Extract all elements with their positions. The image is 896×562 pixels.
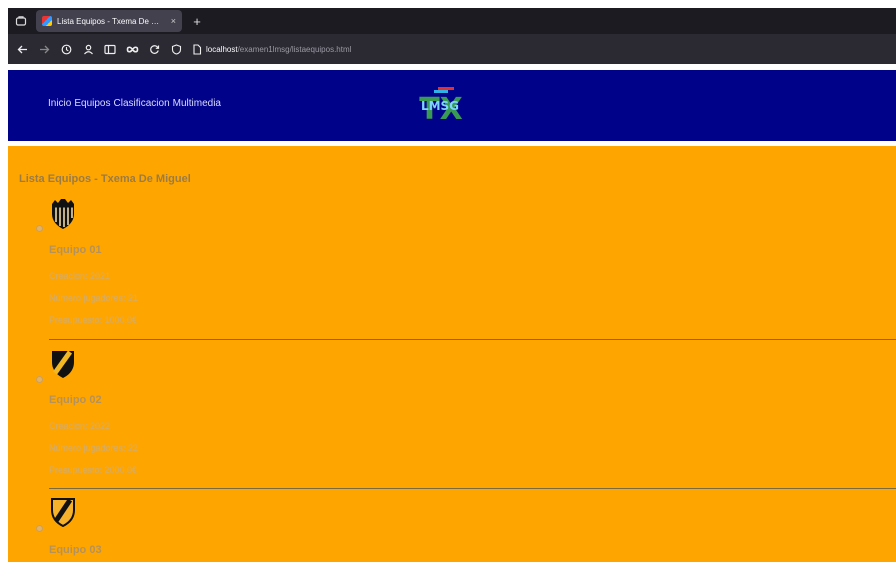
main-content: Lista Equipos - Txema De Miguel Equipo 0…: [8, 146, 896, 562]
nav-link-inicio[interactable]: Inicio: [48, 98, 71, 109]
forward-arrow-icon[interactable]: [34, 39, 54, 59]
main-nav: Inicio Equipos Clasificacion Multimedia: [48, 98, 221, 109]
tracking-shield-icon[interactable]: [166, 39, 186, 59]
logo-text: LMSG: [421, 99, 459, 113]
page-title: Lista Equipos - Txema De Miguel: [19, 173, 191, 185]
tab-lista-equipos[interactable]: Lista Equipos - Txema De Miguel ×: [36, 10, 182, 32]
tab-bar: Lista Equipos - Txema De Miguel × +: [8, 8, 896, 34]
infinity-extension-icon[interactable]: [122, 39, 142, 59]
nav-link-equipos[interactable]: Equipos: [74, 98, 110, 109]
nav-link-multimedia[interactable]: Multimedia: [173, 98, 221, 109]
team-jugadores: Número jugadores: 21: [49, 293, 139, 303]
team-name: Equipo 01: [49, 244, 102, 256]
striped-shield-icon: [52, 199, 74, 229]
url-path: /examen1lmsg/listaequipos.html: [237, 44, 352, 54]
nav-link-clasificacion[interactable]: Clasificacion: [114, 98, 170, 109]
list-bullet: [36, 376, 43, 383]
new-tab-button[interactable]: +: [186, 14, 208, 29]
list-bullet: [36, 525, 43, 532]
site-logo[interactable]: TX LMSG: [418, 85, 464, 125]
list-bullet: [36, 225, 43, 232]
diagonal-shield-icon: [52, 350, 74, 378]
web-page: Inicio Equipos Clasificacion Multimedia …: [8, 64, 896, 562]
team-name: Equipo 02: [49, 394, 102, 406]
account-icon[interactable]: [78, 39, 98, 59]
team-creacion: Creacion: 2022: [49, 421, 111, 431]
tab-title: Lista Equipos - Txema De Miguel: [57, 16, 166, 26]
team-presupuesto: Presupuesto: 1000.0€: [49, 315, 138, 325]
back-arrow-icon[interactable]: [12, 39, 32, 59]
team-divider: [49, 488, 896, 489]
url-host: localhost: [206, 44, 238, 54]
site-header: Inicio Equipos Clasificacion Multimedia …: [8, 70, 896, 141]
diagonal-shield-outline-icon: [51, 498, 75, 527]
team-name: Equipo 03: [49, 544, 102, 556]
team-presupuesto: Presupuesto: 2000.0€: [49, 465, 138, 475]
browser-chrome: Lista Equipos - Txema De Miguel × + loca…: [8, 8, 896, 64]
site-favicon-icon: [42, 16, 52, 26]
reload-icon[interactable]: [144, 39, 164, 59]
history-clock-icon[interactable]: [56, 39, 76, 59]
navigation-toolbar: localhost/examen1lmsg/listaequipos.html: [8, 34, 896, 64]
team-creacion: Creacion: 2021: [49, 271, 111, 281]
sidebar-icon[interactable]: [100, 39, 120, 59]
team-divider: [49, 339, 896, 340]
tab-close-icon[interactable]: ×: [171, 16, 176, 26]
page-info-icon[interactable]: [192, 43, 202, 55]
url-bar[interactable]: localhost/examen1lmsg/listaequipos.html: [192, 43, 352, 55]
screenshot-frame: Lista Equipos - Txema De Miguel × + loca…: [0, 0, 896, 562]
tab-overview-icon[interactable]: [8, 8, 34, 34]
team-jugadores: Número jugadores: 22: [49, 443, 139, 453]
